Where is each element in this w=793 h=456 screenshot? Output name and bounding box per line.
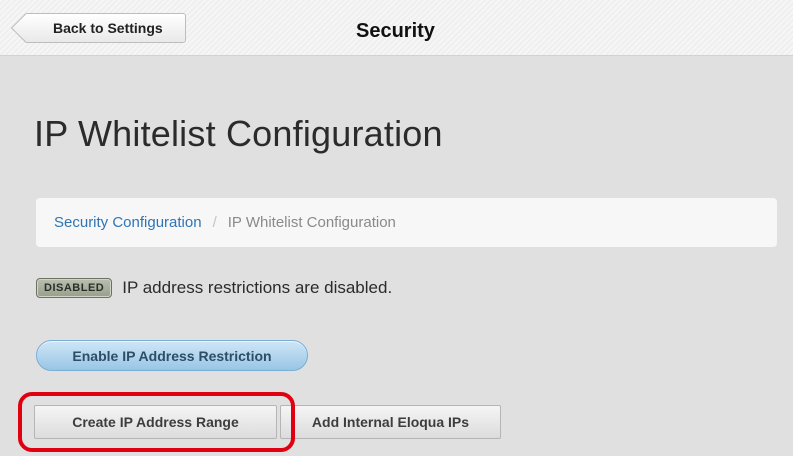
back-to-settings-button[interactable]: Back to Settings bbox=[24, 13, 186, 43]
status-row: DISABLED IP address restrictions are dis… bbox=[36, 278, 392, 298]
enable-ip-restriction-button[interactable]: Enable IP Address Restriction bbox=[36, 340, 308, 371]
status-message: IP address restrictions are disabled. bbox=[122, 278, 393, 297]
status-badge: DISABLED bbox=[36, 278, 113, 298]
breadcrumb-current: IP Whitelist Configuration bbox=[227, 214, 396, 231]
security-page: Back to Settings Security IP Whitelist C… bbox=[0, 0, 793, 456]
back-button-label: Back to Settings bbox=[53, 20, 163, 36]
create-ip-range-button[interactable]: Create IP Address Range bbox=[34, 405, 277, 439]
breadcrumb-separator: / bbox=[212, 214, 217, 231]
breadcrumb-link-security-configuration[interactable]: Security Configuration bbox=[54, 214, 202, 231]
breadcrumb: Security Configuration / IP Whitelist Co… bbox=[36, 198, 777, 247]
add-internal-eloqua-ips-button[interactable]: Add Internal Eloqua IPs bbox=[280, 405, 501, 439]
header-title: Security bbox=[356, 20, 435, 42]
header-bar: Back to Settings Security bbox=[0, 0, 793, 56]
page-title: IP Whitelist Configuration bbox=[34, 113, 443, 154]
